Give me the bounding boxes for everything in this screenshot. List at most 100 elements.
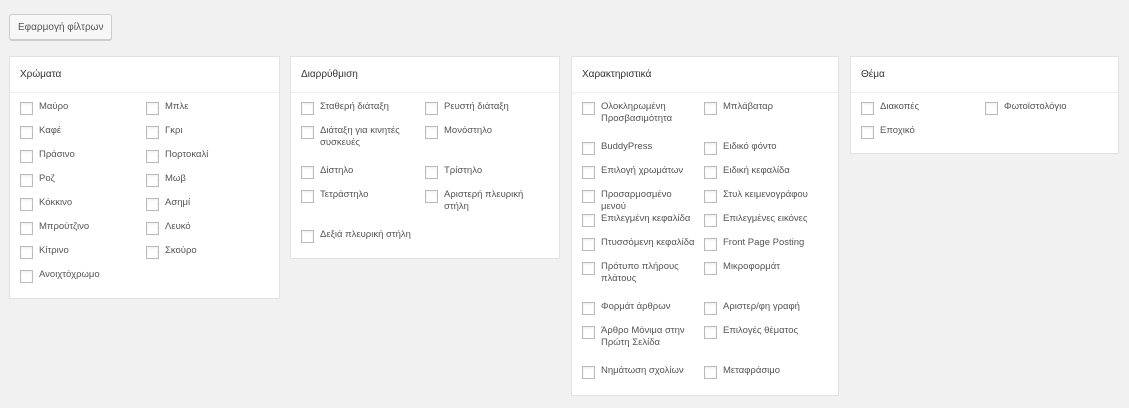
checkbox[interactable]	[146, 174, 159, 187]
checkbox[interactable]	[704, 166, 717, 179]
filter-label: Σταθερή διάταξη	[320, 101, 389, 112]
checkbox[interactable]	[704, 366, 717, 379]
filter-checkbox-item[interactable]: Λευκό	[146, 221, 266, 245]
filter-checkbox-item[interactable]: Φωτοϊστολόγιο	[985, 101, 1110, 125]
filter-checkbox-item[interactable]: Καφέ	[20, 125, 130, 149]
filter-checkbox-item[interactable]: Επιλογή χρωμάτων	[582, 165, 697, 189]
filter-checkbox-item[interactable]: Κίτρινο	[20, 245, 130, 269]
checkbox[interactable]	[20, 174, 33, 187]
checkbox[interactable]	[146, 126, 159, 139]
filter-checkbox-item[interactable]: Επιλογές θέματος	[704, 325, 829, 365]
checkbox[interactable]	[861, 126, 874, 139]
checkbox[interactable]	[20, 150, 33, 163]
checkbox[interactable]	[582, 190, 595, 203]
checkbox[interactable]	[704, 102, 717, 115]
checkbox[interactable]	[425, 190, 438, 203]
filter-label: Λευκό	[165, 221, 191, 232]
checkbox[interactable]	[704, 142, 717, 155]
checkbox[interactable]	[704, 214, 717, 227]
colors-col-2: Μπλε Γκρι Πορτοκαλί Μωβ Ασημί Λευκό Σκού…	[146, 101, 266, 269]
filter-checkbox-item[interactable]: Μαύρο	[20, 101, 130, 125]
checkbox[interactable]	[146, 102, 159, 115]
filter-checkbox-item[interactable]: Αριστερή πλευρική στήλη	[425, 189, 543, 229]
checkbox[interactable]	[146, 246, 159, 259]
filter-checkbox-item[interactable]: Πτυσσόμενη κεφαλίδα	[582, 237, 697, 261]
filter-label: Επιλογές θέματος	[723, 325, 799, 336]
checkbox[interactable]	[146, 222, 159, 235]
filter-checkbox-item[interactable]: Νημάτωση σχολίων	[582, 365, 697, 389]
panel-title-features: Χαρακτηριστικά	[572, 57, 838, 93]
filter-checkbox-item[interactable]: Στυλ κειμενογράφου	[704, 189, 829, 213]
filter-checkbox-item[interactable]: Σταθερή διάταξη	[301, 101, 416, 125]
filter-checkbox-item[interactable]: Επιλεγμένες εικόνες	[704, 213, 829, 237]
checkbox[interactable]	[704, 326, 717, 339]
checkbox[interactable]	[20, 246, 33, 259]
checkbox[interactable]	[582, 326, 595, 339]
filter-checkbox-item[interactable]: Ρευστή διάταξη	[425, 101, 543, 125]
filter-checkbox-item[interactable]: Δίστηλο	[301, 165, 416, 189]
checkbox[interactable]	[301, 102, 314, 115]
checkbox[interactable]	[20, 126, 33, 139]
filter-checkbox-item[interactable]: Μικροφορμάτ	[704, 261, 829, 301]
checkbox[interactable]	[20, 102, 33, 115]
filter-checkbox-item[interactable]: Αριστερ/φη γραφή	[704, 301, 829, 325]
filter-checkbox-item[interactable]: Μωβ	[146, 173, 266, 197]
filter-checkbox-item[interactable]: Μπλε	[146, 101, 266, 125]
checkbox[interactable]	[582, 262, 595, 275]
checkbox[interactable]	[20, 198, 33, 211]
checkbox[interactable]	[301, 166, 314, 179]
apply-filters-button[interactable]: Εφαρμογή φίλτρων	[9, 14, 113, 40]
filter-checkbox-item[interactable]: Διακοπές	[861, 101, 976, 125]
checkbox[interactable]	[425, 166, 438, 179]
checkbox[interactable]	[582, 142, 595, 155]
filter-checkbox-item[interactable]: Ειδικό φόντο	[704, 141, 829, 165]
checkbox[interactable]	[704, 238, 717, 251]
filter-checkbox-item[interactable]: Φορμάτ άρθρων	[582, 301, 697, 325]
checkbox[interactable]	[582, 238, 595, 251]
checkbox[interactable]	[425, 102, 438, 115]
filter-checkbox-item[interactable]: Front Page Posting	[704, 237, 829, 261]
checkbox[interactable]	[582, 166, 595, 179]
checkbox[interactable]	[985, 102, 998, 115]
checkbox[interactable]	[704, 190, 717, 203]
filter-checkbox-item[interactable]: Μπλάβαταρ	[704, 101, 829, 141]
filter-checkbox-item[interactable]: Σκούρο	[146, 245, 266, 269]
checkbox[interactable]	[301, 190, 314, 203]
checkbox[interactable]	[146, 198, 159, 211]
checkbox[interactable]	[146, 150, 159, 163]
filter-checkbox-item[interactable]: Μεταφράσιμο	[704, 365, 829, 389]
filter-checkbox-item[interactable]: Πράσινο	[20, 149, 130, 173]
filter-checkbox-item[interactable]: Πρότυπο πλήρους πλάτους	[582, 261, 697, 301]
filter-checkbox-item[interactable]: Ροζ	[20, 173, 130, 197]
filter-checkbox-item[interactable]: Ειδική κεφαλίδα	[704, 165, 829, 189]
filter-checkbox-item[interactable]: Γκρι	[146, 125, 266, 149]
filter-checkbox-item[interactable]: Ανοιχτόχρωμο	[20, 269, 130, 293]
checkbox[interactable]	[704, 262, 717, 275]
checkbox[interactable]	[704, 302, 717, 315]
checkbox[interactable]	[582, 214, 595, 227]
checkbox[interactable]	[582, 366, 595, 379]
filter-checkbox-item[interactable]: Άρθρο Μόνιμα στην Πρώτη Σελίδα	[582, 325, 697, 365]
filter-checkbox-item[interactable]: Εποχικό	[861, 125, 976, 149]
filter-checkbox-item[interactable]: Προσαρμοσμένο μενού	[582, 189, 697, 213]
filter-checkbox-item[interactable]: Μπρούτζινο	[20, 221, 130, 245]
filter-checkbox-item[interactable]: Μονόστηλο	[425, 125, 543, 165]
filter-checkbox-item[interactable]: Ασημί	[146, 197, 266, 221]
checkbox[interactable]	[20, 270, 33, 283]
checkbox[interactable]	[301, 230, 314, 243]
checkbox[interactable]	[20, 222, 33, 235]
filter-checkbox-item[interactable]: Δεξιά πλευρική στήλη	[301, 229, 416, 253]
checkbox[interactable]	[301, 126, 314, 139]
filter-checkbox-item[interactable]: Τρίστηλο	[425, 165, 543, 189]
filter-checkbox-item[interactable]: Επιλεγμένη κεφαλίδα	[582, 213, 697, 237]
checkbox[interactable]	[425, 126, 438, 139]
filter-checkbox-item[interactable]: Διάταξη για κινητές συσκευές	[301, 125, 416, 165]
filter-checkbox-item[interactable]: Κόκκινο	[20, 197, 130, 221]
checkbox[interactable]	[861, 102, 874, 115]
checkbox[interactable]	[582, 102, 595, 115]
filter-checkbox-item[interactable]: BuddyPress	[582, 141, 697, 165]
filter-checkbox-item[interactable]: Τετράστηλο	[301, 189, 416, 229]
filter-checkbox-item[interactable]: Πορτοκαλί	[146, 149, 266, 173]
filter-checkbox-item[interactable]: Ολοκληρωμένη Προσβασιμότητα	[582, 101, 697, 141]
checkbox[interactable]	[582, 302, 595, 315]
